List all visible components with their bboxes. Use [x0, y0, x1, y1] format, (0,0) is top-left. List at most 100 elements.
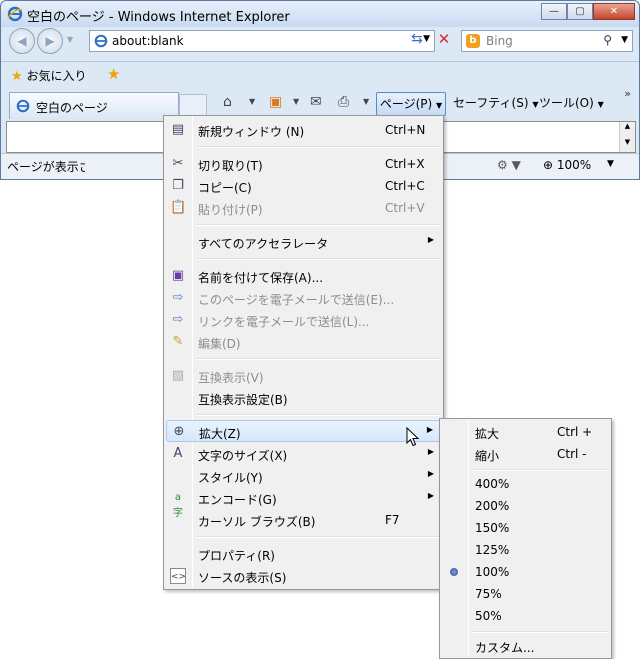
mouse-cursor-icon	[406, 427, 420, 447]
stop-icon[interactable]: ✕	[433, 30, 455, 52]
menu-item-mail-link[interactable]: ⇨ リンクを電子メールで送信(L)...	[166, 309, 442, 331]
search-input[interactable]: Bing	[486, 34, 513, 48]
menu-item-label: 貼り付け(P)	[198, 203, 263, 217]
search-box[interactable]: b Bing ⚲ ▼	[461, 30, 633, 52]
feeds-dropdown-icon[interactable]: ▼	[293, 97, 299, 106]
save-icon: ▣	[171, 268, 185, 283]
zoom-level-label: 50%	[475, 609, 502, 623]
zoom-level[interactable]: ⊕ 100%	[543, 158, 591, 172]
menu-item-view-source[interactable]: <> ソースの表示(S)	[166, 565, 442, 587]
menu-item-edit[interactable]: ✎ 編集(D)	[166, 331, 442, 353]
tools-menu-button[interactable]: ツール(O) ▼	[539, 92, 604, 116]
safety-menu-button[interactable]: セーフティ(S) ▼	[453, 92, 539, 116]
menu-item-label: エンコード(G)	[198, 493, 277, 507]
bing-logo-icon: b	[466, 34, 480, 48]
menu-item-copy[interactable]: ❐ コピー(C) Ctrl+C	[166, 175, 442, 197]
protected-mode-icon[interactable]: ⚙ ▼	[497, 158, 521, 172]
chevron-more-icon[interactable]: »	[624, 87, 631, 100]
zoom-level-100[interactable]: 100%	[442, 561, 610, 583]
zoom-level-400[interactable]: 400%	[442, 473, 610, 495]
zoom-in-shortcut: Ctrl +	[557, 425, 593, 439]
vertical-scrollbar[interactable]: ▲ ▼	[619, 122, 635, 152]
menu-item-label: 編集(D)	[198, 337, 241, 351]
zoom-level-label: 400%	[475, 477, 510, 491]
zoom-custom-item[interactable]: カスタム...	[442, 635, 610, 657]
magnifier-icon: ⊕	[543, 158, 554, 172]
add-favorite-icon[interactable]: ★	[107, 65, 120, 83]
zoom-in-item[interactable]: 拡大 Ctrl +	[442, 421, 610, 443]
zoom-custom-label: カスタム...	[475, 641, 535, 655]
print-dropdown-icon[interactable]: ▼	[363, 97, 369, 106]
tools-dropdown-icon: ▼	[597, 100, 604, 109]
zoom-submenu: 拡大 Ctrl + 縮小 Ctrl - 400% 200% 150% 125% …	[439, 418, 612, 659]
recent-pages-dropdown-icon[interactable]: ▼	[67, 35, 73, 44]
pencil-icon: ✎	[172, 334, 184, 349]
selected-radio-icon	[450, 568, 458, 576]
submenu-arrow-icon: ▶	[427, 491, 434, 500]
zoom-dropdown-icon[interactable]: ▼	[607, 159, 614, 169]
menu-item-compat-view[interactable]: ▧ 互換表示(V)	[166, 365, 442, 387]
forward-button[interactable]: ▶	[37, 28, 63, 54]
zoom-level-125[interactable]: 125%	[442, 539, 610, 561]
menu-item-new-window[interactable]: ▤ 新規ウィンドウ (N) Ctrl+N	[166, 119, 442, 141]
page-icon	[16, 99, 30, 113]
back-button[interactable]: ◀	[9, 28, 35, 54]
menu-item-compat-settings[interactable]: 互換表示設定(B)	[166, 387, 442, 409]
menu-item-mail-page[interactable]: ⇨ このページを電子メールで送信(E)...	[166, 287, 442, 309]
search-icon[interactable]: ⚲	[603, 33, 612, 47]
minimize-button[interactable]: —	[541, 3, 567, 20]
page-dropdown-icon: ▼	[436, 101, 443, 110]
refresh-icon[interactable]: ⇆	[406, 31, 428, 51]
menu-item-save-as[interactable]: ▣ 名前を付けて保存(A)...	[166, 265, 442, 287]
menu-item-label: コピー(C)	[198, 181, 252, 195]
tab-label: 空白のページ	[36, 101, 108, 115]
mail-page-icon: ⇨	[172, 290, 184, 305]
home-icon[interactable]: ⌂	[223, 94, 232, 110]
encoding-icon: a字	[173, 492, 183, 519]
menu-item-label: 互換表示設定(B)	[198, 393, 288, 407]
feeds-icon[interactable]: ▣	[269, 94, 282, 110]
scissors-icon: ✂	[172, 156, 184, 171]
menu-item-zoom[interactable]: ⊕ 拡大(Z) ▶	[166, 420, 442, 442]
star-icon: ★	[11, 69, 23, 84]
menu-item-label: 拡大(Z)	[199, 427, 241, 441]
print-icon[interactable]: ⎙	[338, 94, 349, 110]
zoom-level-150[interactable]: 150%	[442, 517, 610, 539]
navigation-bar: ◀ ▶ ▼ about:blank ▼ ⇆ ✕ b Bing ⚲ ▼	[1, 27, 639, 57]
menu-item-text-size[interactable]: A 文字のサイズ(X) ▶	[166, 443, 442, 465]
submenu-arrow-icon: ▶	[427, 235, 434, 244]
zoom-level-label: 75%	[475, 587, 502, 601]
address-bar[interactable]: about:blank ▼	[89, 30, 435, 52]
menu-item-properties[interactable]: プロパティ(R)	[166, 543, 442, 565]
home-dropdown-icon[interactable]: ▼	[249, 97, 255, 106]
text-size-icon: A	[173, 446, 183, 461]
zoom-level-label: 100%	[475, 565, 510, 579]
zoom-level-50[interactable]: 50%	[442, 605, 610, 627]
menu-item-label: カーソル ブラウズ(B)	[198, 515, 316, 529]
tools-menu-label: ツール(O)	[539, 96, 594, 110]
source-icon: <>	[170, 568, 186, 584]
maximize-button[interactable]: ▢	[567, 3, 593, 20]
menu-item-shortcut: Ctrl+V	[385, 201, 425, 215]
zoom-level-200[interactable]: 200%	[442, 495, 610, 517]
zoom-level-75[interactable]: 75%	[442, 583, 610, 605]
submenu-arrow-icon: ▶	[427, 469, 434, 478]
menu-item-encoding[interactable]: a字 エンコード(G) ▶	[166, 487, 442, 519]
favorites-button[interactable]: ★ お気に入り	[11, 67, 87, 84]
safety-dropdown-icon: ▼	[532, 100, 539, 109]
zoom-out-item[interactable]: 縮小 Ctrl -	[442, 443, 610, 465]
submenu-arrow-icon: ▶	[426, 425, 433, 434]
menu-item-caret-browsing[interactable]: カーソル ブラウズ(B) F7	[166, 509, 442, 531]
tab-blank-page[interactable]: 空白のページ	[9, 92, 179, 119]
menu-item-accelerators[interactable]: すべてのアクセラレータ ▶	[166, 231, 442, 253]
menu-item-cut[interactable]: ✂ 切り取り(T) Ctrl+X	[166, 153, 442, 175]
search-dropdown-icon[interactable]: ▼	[621, 35, 628, 45]
menu-item-paste[interactable]: 📋 貼り付け(P) Ctrl+V	[166, 197, 442, 219]
address-input[interactable]: about:blank	[112, 34, 184, 48]
mail-icon[interactable]: ✉	[310, 94, 322, 110]
zoom-icon: ⊕	[173, 424, 185, 439]
zoom-level-label: 125%	[475, 543, 510, 557]
close-button[interactable]: ✕	[593, 3, 635, 20]
menu-item-style[interactable]: スタイル(Y) ▶	[166, 465, 442, 487]
page-menu-button[interactable]: ページ(P) ▼	[376, 92, 446, 116]
